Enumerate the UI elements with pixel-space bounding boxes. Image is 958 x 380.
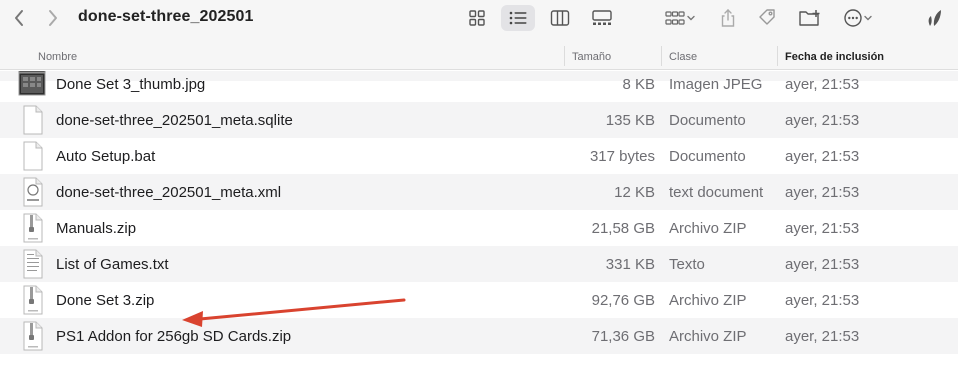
file-kind: Archivo ZIP bbox=[669, 328, 747, 345]
icon-view-button[interactable] bbox=[460, 5, 494, 31]
file-size: 331 KB bbox=[605, 256, 655, 273]
file-date: ayer, 21:53 bbox=[785, 292, 860, 309]
list-item[interactable]: Done Set 3_thumb.jpg 8 KB Imagen JPEG ay… bbox=[0, 71, 958, 102]
tag-icon bbox=[759, 9, 775, 25]
list-item[interactable]: Auto Setup.bat 317 bytes Documento ayer,… bbox=[0, 138, 958, 174]
tag-button[interactable] bbox=[754, 5, 780, 31]
file-name: done-set-three_202501_meta.xml bbox=[56, 184, 282, 201]
column-header-kind[interactable]: Clase bbox=[669, 51, 697, 63]
file-list: Done Set 3_thumb.jpg 8 KB Imagen JPEG ay… bbox=[0, 71, 958, 380]
file-name: done-set-three_202501_meta.sqlite bbox=[56, 112, 293, 129]
file-size: 12 KB bbox=[614, 184, 655, 201]
file-kind: Archivo ZIP bbox=[669, 220, 747, 237]
list-item[interactable]: done-set-three_202501_meta.sqlite 135 KB… bbox=[0, 102, 958, 138]
chevron-left-icon bbox=[15, 10, 23, 26]
column-divider[interactable] bbox=[661, 46, 662, 66]
zip-archive-icon bbox=[23, 321, 43, 351]
file-date: ayer, 21:53 bbox=[785, 256, 860, 273]
file-name: Manuals.zip bbox=[56, 220, 137, 237]
file-size: 21,58 GB bbox=[591, 220, 655, 237]
column-view-button[interactable] bbox=[543, 5, 577, 31]
list-item[interactable] bbox=[0, 354, 958, 380]
list-view-button[interactable] bbox=[501, 5, 535, 31]
extension-button[interactable] bbox=[922, 5, 946, 31]
new-folder-button[interactable] bbox=[796, 5, 824, 31]
zip-archive-icon bbox=[23, 213, 43, 243]
group-grid-icon bbox=[665, 11, 685, 25]
document-icon bbox=[23, 105, 43, 135]
file-size: 8 KB bbox=[622, 76, 655, 93]
file-kind: Archivo ZIP bbox=[669, 292, 747, 309]
more-actions-button[interactable] bbox=[838, 5, 878, 31]
list-item[interactable]: done-set-three_202501_meta.xml 12 KB tex… bbox=[0, 174, 958, 210]
file-date: ayer, 21:53 bbox=[785, 148, 860, 165]
share-icon bbox=[721, 9, 735, 27]
text-file-icon bbox=[23, 249, 43, 279]
file-kind: Texto bbox=[669, 256, 705, 273]
file-date: ayer, 21:53 bbox=[785, 76, 860, 93]
list-item[interactable]: PS1 Addon for 256gb SD Cards.zip 71,36 G… bbox=[0, 318, 958, 354]
back-button[interactable] bbox=[6, 6, 32, 30]
gallery-icon bbox=[592, 10, 612, 25]
column-header: Nombre Tamaño Clase Fecha de inclusión bbox=[0, 40, 958, 70]
list-item[interactable]: Manuals.zip 21,58 GB Archivo ZIP ayer, 2… bbox=[0, 210, 958, 246]
column-header-date[interactable]: Fecha de inclusión bbox=[785, 51, 884, 63]
file-size: 317 bytes bbox=[589, 148, 655, 165]
file-date: ayer, 21:53 bbox=[785, 328, 860, 345]
zip-archive-icon bbox=[23, 285, 43, 315]
file-name: Done Set 3_thumb.jpg bbox=[56, 76, 206, 93]
ellipsis-circle-icon bbox=[844, 9, 862, 27]
file-name: List of Games.txt bbox=[56, 256, 169, 273]
file-size: 92,76 GB bbox=[591, 292, 655, 309]
chevron-down-icon bbox=[864, 15, 872, 21]
leaf-icon bbox=[928, 10, 941, 26]
toolbar: done-set-three_202501 bbox=[0, 0, 958, 40]
list-icon bbox=[509, 11, 527, 25]
file-kind: Documento bbox=[669, 148, 746, 165]
file-date: ayer, 21:53 bbox=[785, 112, 860, 129]
file-kind: Documento bbox=[669, 112, 746, 129]
file-name: Done Set 3.zip bbox=[56, 292, 155, 309]
forward-button[interactable] bbox=[40, 6, 66, 30]
grid-icon bbox=[469, 10, 485, 26]
text-document-icon bbox=[23, 177, 43, 207]
file-size: 135 KB bbox=[605, 112, 655, 129]
new-folder-icon bbox=[799, 10, 820, 26]
file-kind: text document bbox=[669, 184, 764, 201]
share-button[interactable] bbox=[716, 5, 740, 31]
list-item[interactable]: Done Set 3.zip 92,76 GB Archivo ZIP ayer… bbox=[0, 282, 958, 318]
file-date: ayer, 21:53 bbox=[785, 184, 860, 201]
chevron-down-icon bbox=[687, 15, 695, 21]
file-name: PS1 Addon for 256gb SD Cards.zip bbox=[56, 328, 292, 345]
group-by-button[interactable] bbox=[660, 5, 700, 31]
columns-icon bbox=[550, 10, 570, 26]
gallery-view-button[interactable] bbox=[585, 5, 619, 31]
document-icon bbox=[23, 141, 43, 171]
column-header-name[interactable]: Nombre bbox=[38, 51, 77, 63]
column-divider[interactable] bbox=[564, 46, 565, 66]
list-item[interactable]: List of Games.txt 331 KB Texto ayer, 21:… bbox=[0, 246, 958, 282]
column-header-size[interactable]: Tamaño bbox=[572, 51, 611, 63]
image-thumbnail-icon bbox=[18, 72, 46, 96]
chevron-right-icon bbox=[49, 10, 57, 26]
column-divider[interactable] bbox=[777, 46, 778, 66]
window-title: done-set-three_202501 bbox=[78, 8, 254, 25]
file-size: 71,36 GB bbox=[591, 328, 655, 345]
file-name: Auto Setup.bat bbox=[56, 148, 156, 165]
file-date: ayer, 21:53 bbox=[785, 220, 860, 237]
file-kind: Imagen JPEG bbox=[669, 76, 763, 93]
